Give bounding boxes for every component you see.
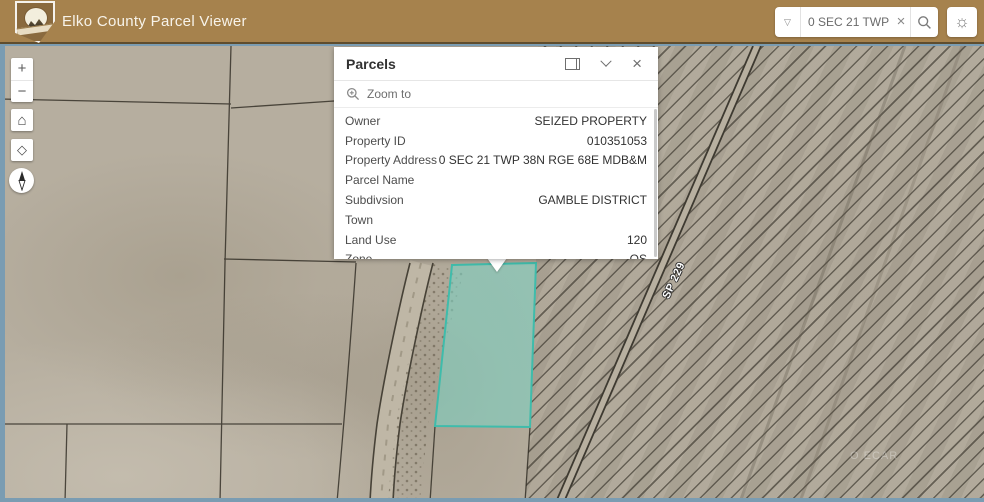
app-header: Elko County Parcel Viewer ▽ × ☼ xyxy=(0,0,984,44)
field-value: 120 xyxy=(396,233,647,247)
popup-title: Parcels xyxy=(346,56,565,72)
locate-button[interactable]: ◇ xyxy=(11,139,33,161)
minus-icon: − xyxy=(18,83,27,100)
home-button[interactable]: ⌂ xyxy=(11,109,33,131)
popup-close-button[interactable]: × xyxy=(632,57,642,71)
locate-icon: ◇ xyxy=(17,142,27,158)
sun-icon: ☼ xyxy=(954,12,970,31)
map-canvas[interactable]: SP 229 O ECAR + − ⌂ ◇ Parcels × xyxy=(0,46,984,502)
compass-needle-icon xyxy=(14,171,30,191)
zoom-to-label: Zoom to xyxy=(367,87,411,101)
selected-parcel-polygon[interactable] xyxy=(435,263,536,427)
close-icon: × xyxy=(632,54,642,73)
popup-field-row: ZoneOS xyxy=(334,250,658,259)
search-submit-button[interactable] xyxy=(910,7,938,37)
clear-search-button[interactable]: × xyxy=(892,7,910,37)
popup-header: Parcels × xyxy=(334,47,658,81)
field-value: OS xyxy=(372,252,647,259)
zoom-out-button[interactable]: − xyxy=(11,81,33,103)
chevron-down-icon[interactable] xyxy=(600,55,611,66)
faint-map-label: O ECAR xyxy=(850,450,898,462)
search-widget: ▽ × xyxy=(775,7,938,37)
popup-field-row: Property Address0 SEC 21 TWP 38N RGE 68E… xyxy=(334,151,658,171)
compass-button[interactable] xyxy=(9,168,34,193)
page-title: Elko County Parcel Viewer xyxy=(62,13,247,30)
faint-track-lines xyxy=(740,46,962,502)
field-label: Land Use xyxy=(345,233,396,247)
popup-callout-arrow xyxy=(487,258,507,272)
search-icon xyxy=(917,15,932,30)
popup-field-list: OwnerSEIZED PROPERTYProperty ID010351053… xyxy=(334,108,658,259)
field-value: 010351053 xyxy=(406,134,647,148)
search-source-dropdown[interactable]: ▽ xyxy=(775,7,801,37)
popup-field-row: OwnerSEIZED PROPERTY xyxy=(334,111,658,131)
elko-county-logo xyxy=(15,1,55,43)
theme-toggle-button[interactable]: ☼ xyxy=(947,7,977,37)
popup-field-row: Town xyxy=(334,210,658,230)
field-value: SEIZED PROPERTY xyxy=(380,114,647,128)
field-label: Town xyxy=(345,213,373,227)
chevron-down-icon: ▽ xyxy=(784,17,791,28)
popup-field-row: Land Use120 xyxy=(334,230,658,250)
field-label: Parcel Name xyxy=(345,173,414,187)
popup-scrollbar[interactable] xyxy=(654,109,657,257)
close-icon: × xyxy=(897,13,906,30)
dock-icon[interactable] xyxy=(565,58,580,70)
magnifier-plus-icon xyxy=(346,87,360,101)
home-icon: ⌂ xyxy=(17,112,26,129)
field-value: 0 SEC 21 TWP 38N RGE 68E MDB&M xyxy=(437,153,647,167)
search-input[interactable] xyxy=(801,15,892,29)
parcel-popup: Parcels × Zoom to OwnerSEIZED PROPERTYPr… xyxy=(334,47,658,259)
popup-field-row: Parcel Name xyxy=(334,170,658,190)
field-label: Subdivsion xyxy=(345,193,404,207)
map-left-edge xyxy=(0,46,5,502)
field-value: GAMBLE DISTRICT xyxy=(404,193,647,207)
field-label: Owner xyxy=(345,114,380,128)
zoom-to-action[interactable]: Zoom to xyxy=(334,81,658,108)
field-label: Property ID xyxy=(345,134,406,148)
search-box: ▽ × xyxy=(775,7,938,37)
field-label: Zone xyxy=(345,252,372,259)
field-label: Property Address xyxy=(345,153,437,167)
popup-field-row: Property ID010351053 xyxy=(334,131,658,151)
zoom-in-button[interactable]: + xyxy=(11,58,33,81)
popup-field-row: SubdivsionGAMBLE DISTRICT xyxy=(334,190,658,210)
zoom-widget: + − xyxy=(11,58,33,102)
map-bottom-edge xyxy=(0,498,984,502)
plus-icon: + xyxy=(18,60,27,77)
